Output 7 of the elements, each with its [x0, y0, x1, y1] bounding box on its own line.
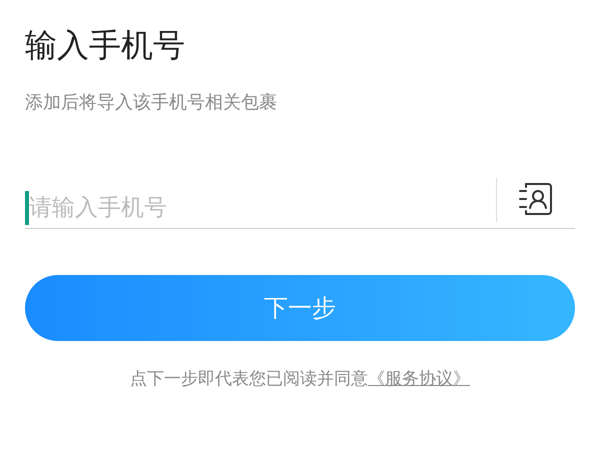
- next-button[interactable]: 下一步: [25, 275, 575, 341]
- service-agreement-link[interactable]: 《服务协议》: [368, 369, 470, 389]
- phone-input-field[interactable]: 请输入手机号: [29, 195, 486, 221]
- page-title: 输入手机号: [25, 25, 186, 66]
- agreement-text: 点下一步即代表您已阅读并同意: [130, 369, 368, 389]
- subtitle: 添加后将导入该手机号相关包裹: [25, 91, 278, 115]
- contacts-icon[interactable]: [517, 181, 553, 217]
